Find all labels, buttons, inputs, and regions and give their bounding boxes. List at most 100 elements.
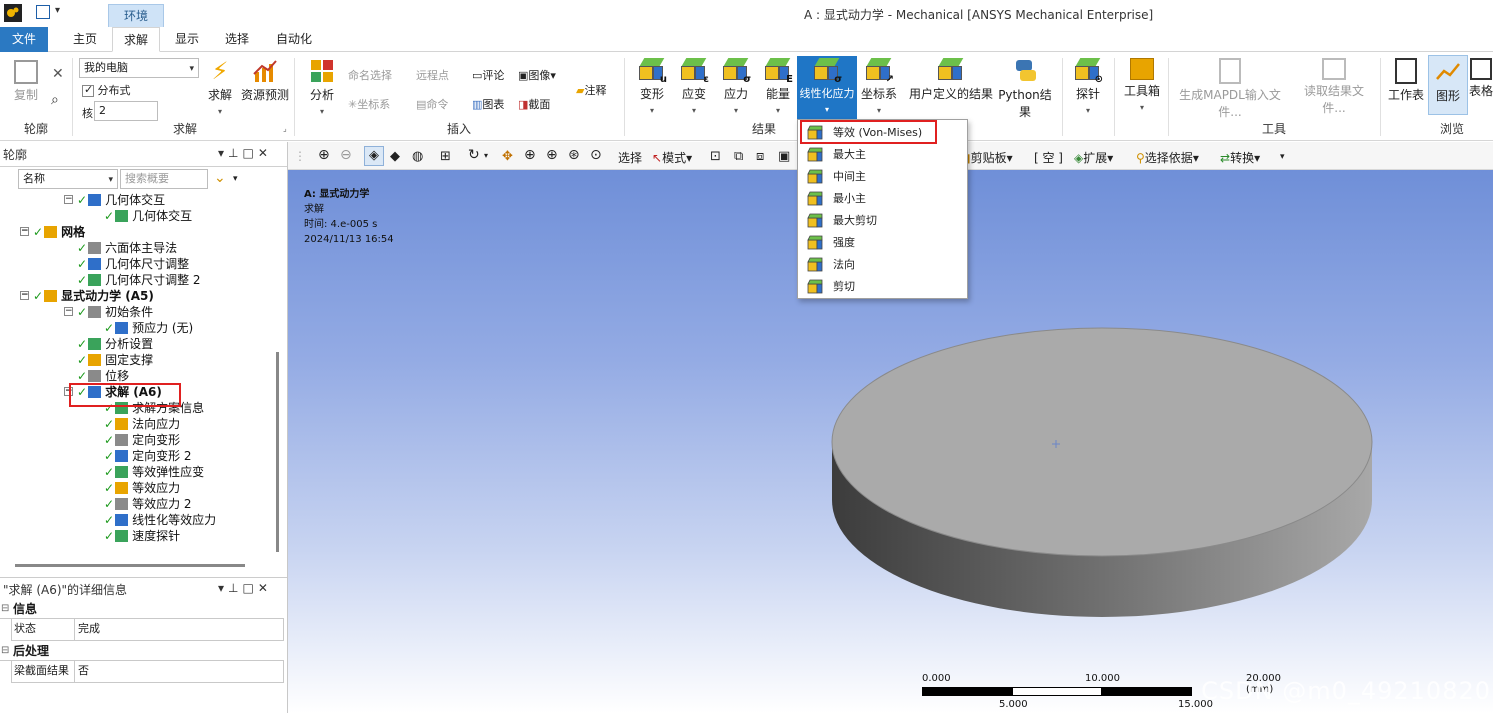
tree-item[interactable]: − ✓ 初始条件 (64, 304, 153, 320)
iso-view-icon[interactable]: ◈ (364, 146, 384, 166)
probe-button[interactable]: ⊙ 探针 ▾ (1070, 58, 1106, 115)
menu-item[interactable]: 强度 (799, 232, 966, 254)
user-defined-result-button[interactable]: 用户定义的结果 (908, 58, 994, 102)
menu-item[interactable]: 中间主 (799, 166, 966, 188)
analysis-button[interactable]: 分析 ▾ (304, 58, 340, 116)
tree-item[interactable]: ✓ 几何体尺寸调整 2 (77, 272, 201, 288)
coordinate-system-button[interactable]: ✳坐标系 (348, 96, 390, 112)
generate-mapdl-button[interactable]: 生成MAPDL输入文件... (1174, 58, 1286, 120)
toolbar-overflow-icon[interactable]: ▾ (1280, 152, 1285, 162)
save-icon[interactable] (36, 5, 50, 19)
tree-item[interactable]: ✓ 定向变形 (104, 432, 180, 448)
expand-button[interactable]: ◈扩展▾ (1074, 149, 1113, 166)
collapse-icon[interactable]: − (20, 227, 29, 236)
scrollbar-thumb[interactable] (276, 352, 279, 552)
pan-icon[interactable]: ✥ (502, 149, 513, 164)
ansys-logo-icon[interactable] (4, 4, 22, 22)
named-selection-button[interactable]: 命名选择 (348, 67, 392, 83)
select-by-button[interactable]: ⚲选择依据▾ (1136, 149, 1199, 166)
scrollbar-thumb[interactable] (15, 564, 245, 567)
details-row-beam-result[interactable]: 梁截面结果 否 (11, 661, 284, 683)
close-icon[interactable]: ✕ (258, 581, 272, 595)
convert-button[interactable]: ⇄转换▾ (1220, 149, 1260, 166)
tree-item[interactable]: ✓ 几何体交互 (104, 208, 192, 224)
rotate-icon[interactable]: ↻ (468, 147, 480, 163)
edge-select-icon[interactable]: ⧉ (734, 149, 743, 164)
filter-chevron-icon[interactable]: ⌄ (214, 170, 226, 186)
outline-vertical-scrollbar[interactable] (270, 192, 287, 557)
tree-item[interactable]: ✓ 分析设置 (77, 336, 153, 352)
vertex-select-icon[interactable]: ⊡ (710, 149, 721, 164)
details-row-status[interactable]: 状态 完成 (11, 619, 284, 641)
maximize-icon[interactable]: □ (242, 146, 257, 160)
look-at-icon[interactable]: ◍ (412, 149, 423, 164)
search-icon[interactable]: ⌕ (51, 92, 59, 108)
tab-automation[interactable]: 自动化 (266, 27, 322, 52)
linearized-stress-button[interactable]: σ 线性化应力 ▾ (797, 56, 857, 122)
section-button[interactable]: ◨截面 (518, 96, 550, 112)
annotation-button[interactable]: ▰注释 (576, 82, 606, 98)
tree-item[interactable]: ✓ 固定支撑 (77, 352, 153, 368)
cores-input[interactable]: 2 (94, 101, 158, 121)
quick-access-dropdown-icon[interactable]: ▾ (55, 5, 60, 16)
stress-button[interactable]: σ 应力 ▾ (718, 58, 754, 115)
tree-item[interactable]: − ✓ 几何体交互 (64, 192, 165, 208)
collapse-icon[interactable]: − (20, 291, 29, 300)
face-select-icon[interactable]: ⧈ (756, 149, 764, 164)
body-select-icon[interactable]: ▣ (778, 149, 790, 164)
tab-display[interactable]: 显示 (164, 27, 210, 52)
menu-item[interactable]: 最大主 (799, 144, 966, 166)
tree-item[interactable]: ✓ 位移 (77, 368, 129, 384)
python-result-button[interactable]: Python结果 (994, 58, 1056, 120)
menu-item[interactable]: 最小主 (799, 188, 966, 210)
result-coordinate-system-button[interactable]: ↗ 坐标系 ▾ (860, 58, 898, 115)
menu-item[interactable]: 剪切 (799, 276, 966, 298)
pin-icon[interactable]: ⊥ (228, 146, 242, 160)
tree-item[interactable]: − ✓ 显式动力学 (A5) (20, 288, 154, 304)
filter-field-select[interactable]: 名称 ▾ (18, 169, 118, 189)
zoom-out-icon[interactable]: ⊖ (340, 147, 352, 163)
empty-clipboard-label[interactable]: [ 空 ] (1034, 149, 1063, 166)
pin-icon[interactable]: ⊥ (228, 581, 242, 595)
deformation-button[interactable]: u 变形 ▾ (634, 58, 670, 115)
chevron-down-icon[interactable]: ▾ (233, 174, 238, 184)
chart-button[interactable]: ▥图表 (472, 96, 504, 112)
tab-selection[interactable]: 选择 (214, 27, 260, 52)
outline-horizontal-scrollbar[interactable] (0, 557, 287, 577)
mode-button[interactable]: ↖模式▾ (652, 149, 692, 166)
chevron-down-icon[interactable]: ▾ (484, 151, 488, 160)
worksheet-button[interactable]: 工作表 (1386, 58, 1426, 103)
dropdown-icon[interactable]: ▾ (218, 581, 228, 595)
solve-target-select[interactable]: 我的电脑 ▾ (79, 58, 199, 78)
dropdown-icon[interactable]: ▾ (218, 146, 228, 160)
comment-button[interactable]: ▭评论 (472, 67, 504, 83)
fit-icon[interactable]: ⊞ (440, 149, 451, 164)
tab-home[interactable]: 主页 (62, 27, 108, 52)
tree-item[interactable]: ✓ 等效应力 (104, 480, 180, 496)
zoom-fit-icon[interactable]: ⊛ (568, 147, 580, 163)
tab-file[interactable]: 文件 (0, 27, 48, 52)
collapse-icon[interactable]: − (64, 307, 73, 316)
command-button[interactable]: ▤命令 (416, 96, 448, 112)
image-button[interactable]: ▣图像▾ (518, 67, 556, 83)
maximize-icon[interactable]: □ (242, 581, 257, 595)
clipboard-button[interactable]: ▮剪贴板▾ (964, 149, 1013, 166)
copy-button[interactable]: 复制 (8, 60, 44, 103)
disk-model[interactable] (828, 325, 1376, 625)
read-results-button[interactable]: 读取结果文件... (1294, 58, 1374, 116)
outline-search-input[interactable]: 搜索概要 (120, 169, 208, 189)
details-section-info[interactable]: 信息 (0, 599, 284, 619)
tree-item[interactable]: ✓ 等效应力 2 (104, 496, 192, 512)
collapse-icon[interactable]: − (64, 195, 73, 204)
tree-item[interactable]: ✓ 几何体尺寸调整 (77, 256, 189, 272)
close-icon[interactable]: ✕ (258, 146, 272, 160)
tree-item[interactable]: ✓ 线性化等效应力 (104, 512, 216, 528)
toolbox-button[interactable]: 工具箱 ▾ (1122, 58, 1162, 112)
energy-button[interactable]: E 能量 ▾ (760, 58, 796, 115)
tree-item[interactable]: − ✓ 网格 (20, 224, 85, 240)
graphics-button[interactable]: 图形 (1428, 55, 1468, 115)
box-zoom-icon[interactable]: ⊕ (546, 147, 558, 163)
table-button[interactable]: 表格 (1468, 58, 1493, 99)
solve-button[interactable]: ⚡ 求解 ▾ (204, 58, 236, 116)
tree-item[interactable]: ✓ 法向应力 (104, 416, 180, 432)
